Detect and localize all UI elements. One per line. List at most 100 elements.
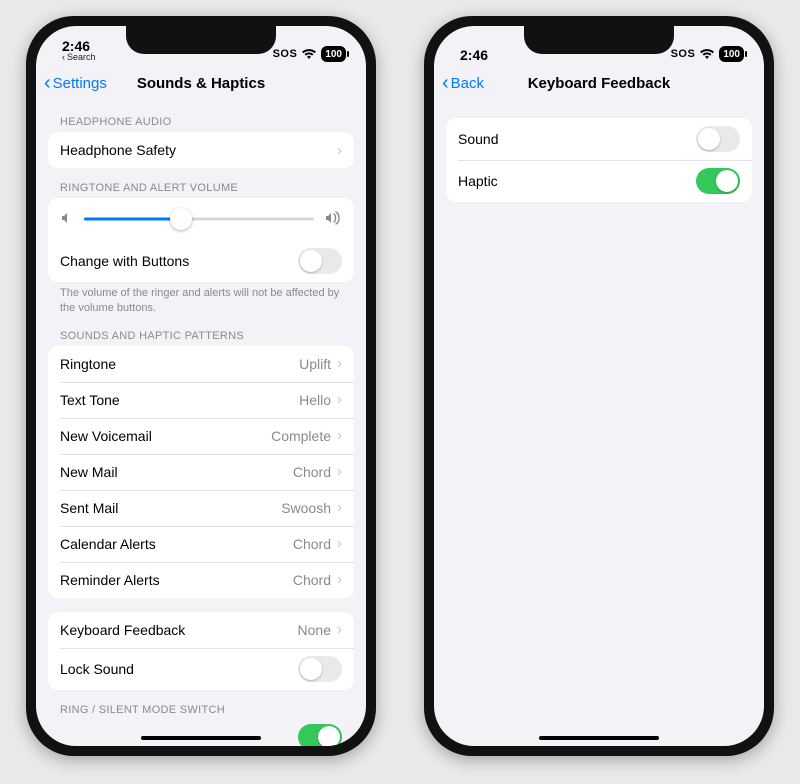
group-header-ringsilent: RING / SILENT MODE SWITCH (48, 690, 354, 720)
nav-bar: ‹ Back Keyboard Feedback (434, 64, 764, 102)
row-pattern[interactable]: New Voicemail Complete › (48, 418, 354, 454)
phone-left: 2:46 ‹ Search SOS 100 ‹ (26, 16, 376, 756)
screen-sounds-haptics: 2:46 ‹ Search SOS 100 ‹ (36, 26, 366, 746)
group-headphone: Headphone Safety › (48, 132, 354, 168)
battery-indicator: 100 (719, 46, 744, 62)
row-volume-slider (48, 198, 354, 240)
toggle-haptic[interactable] (696, 168, 740, 194)
row-pattern[interactable]: Reminder Alerts Chord › (48, 562, 354, 598)
row-headphone-safety[interactable]: Headphone Safety › (48, 132, 354, 168)
content: HEADPHONE AUDIO Headphone Safety › RINGT… (36, 102, 366, 746)
toggle-knob (300, 250, 322, 272)
toggle-change-with-buttons[interactable] (298, 248, 342, 274)
toggle-ring-silent[interactable] (298, 724, 342, 746)
slider-fill (84, 218, 181, 221)
chevron-right-icon: › (337, 142, 342, 159)
status-time: 2:46 (62, 39, 96, 53)
volume-low-icon (60, 211, 74, 228)
group-misc: Keyboard Feedback None › Lock Sound (48, 612, 354, 690)
group-header-patterns: SOUNDS AND HAPTIC PATTERNS (48, 316, 354, 346)
chevron-right-icon: › (337, 391, 342, 408)
breadcrumb[interactable]: ‹ Search (62, 53, 96, 62)
row-label: Change with Buttons (60, 253, 189, 269)
toggle-lock-sound[interactable] (298, 656, 342, 682)
group-header-headphone: HEADPHONE AUDIO (48, 102, 354, 132)
row-label: Ringtone (60, 356, 116, 372)
page-title: Sounds & Haptics (137, 75, 265, 92)
page-title: Keyboard Feedback (528, 75, 671, 92)
row-label: Lock Sound (60, 661, 134, 677)
status-time: 2:46 (460, 48, 488, 62)
chevron-left-icon: ‹ (44, 73, 51, 93)
toggle-sound[interactable] (696, 126, 740, 152)
nav-bar: ‹ Settings Sounds & Haptics (36, 64, 366, 102)
phone-right: 2:46 SOS 100 ‹ Back Keyboard Feedback (424, 16, 774, 756)
group-volume: Change with Buttons (48, 198, 354, 282)
row-label: New Mail (60, 464, 118, 480)
battery-indicator: 100 (321, 46, 346, 62)
group-header-volume: RINGTONE AND ALERT VOLUME (48, 168, 354, 198)
back-button[interactable]: ‹ Settings (44, 64, 107, 102)
screen-keyboard-feedback: 2:46 SOS 100 ‹ Back Keyboard Feedback (434, 26, 764, 746)
chevron-right-icon: › (337, 535, 342, 552)
chevron-right-icon: › (337, 355, 342, 372)
row-pattern[interactable]: Sent Mail Swoosh › (48, 490, 354, 526)
home-indicator[interactable] (141, 736, 261, 740)
toggle-knob (300, 658, 322, 680)
row-value: Hello (299, 392, 331, 408)
row-pattern[interactable]: New Mail Chord › (48, 454, 354, 490)
toggle-knob (716, 170, 738, 192)
row-value: Complete (271, 428, 331, 444)
wifi-icon (699, 48, 715, 60)
back-label: Settings (53, 75, 107, 92)
notch (126, 26, 276, 54)
toggle-knob (318, 726, 340, 746)
notch (524, 26, 674, 54)
row-sound: Sound (446, 118, 752, 160)
chevron-right-icon: › (337, 571, 342, 588)
volume-high-icon (324, 211, 342, 228)
row-label: New Voicemail (60, 428, 152, 444)
row-value: Chord (293, 572, 331, 588)
row-label: Haptic (458, 173, 498, 189)
row-keyboard-feedback[interactable]: Keyboard Feedback None › (48, 612, 354, 648)
row-label: Sent Mail (60, 500, 118, 516)
chevron-right-icon: › (337, 427, 342, 444)
row-ring-silent-peek (48, 724, 354, 746)
breadcrumb-label: Search (67, 53, 96, 62)
group-patterns: RingtoneUplift›Text ToneHello›New Voicem… (48, 346, 354, 598)
row-pattern[interactable]: Calendar Alerts Chord › (48, 526, 354, 562)
home-indicator[interactable] (539, 736, 659, 740)
back-button[interactable]: ‹ Back (442, 64, 484, 102)
toggle-knob (698, 128, 720, 150)
row-label: Sound (458, 131, 498, 147)
row-label: Text Tone (60, 392, 120, 408)
content: Sound Haptic (434, 102, 764, 746)
back-label: Back (451, 75, 484, 92)
row-pattern[interactable]: Ringtone Uplift › (48, 346, 354, 382)
row-haptic: Haptic (446, 160, 752, 202)
row-label: Reminder Alerts (60, 572, 160, 588)
chevron-right-icon: › (337, 463, 342, 480)
row-label: Keyboard Feedback (60, 622, 185, 638)
wifi-icon (301, 48, 317, 60)
row-change-with-buttons: Change with Buttons (48, 240, 354, 282)
chevron-left-icon: ‹ (442, 73, 449, 93)
group-footer-volume: The volume of the ringer and alerts will… (48, 282, 354, 316)
row-label: Headphone Safety (60, 142, 176, 158)
row-label: Calendar Alerts (60, 536, 156, 552)
group-keyboard-feedback: Sound Haptic (446, 118, 752, 202)
row-value: Swoosh (281, 500, 331, 516)
sos-indicator: SOS (671, 48, 696, 60)
sos-indicator: SOS (273, 48, 298, 60)
row-value: Uplift (299, 356, 331, 372)
row-lock-sound: Lock Sound (48, 648, 354, 690)
chevron-right-icon: › (337, 499, 342, 516)
row-value: Chord (293, 464, 331, 480)
slider-thumb[interactable] (170, 208, 192, 230)
row-value: Chord (293, 536, 331, 552)
row-pattern[interactable]: Text Tone Hello › (48, 382, 354, 418)
chevron-left-icon: ‹ (62, 53, 65, 62)
volume-slider[interactable] (84, 208, 314, 230)
row-value: None (298, 622, 331, 638)
